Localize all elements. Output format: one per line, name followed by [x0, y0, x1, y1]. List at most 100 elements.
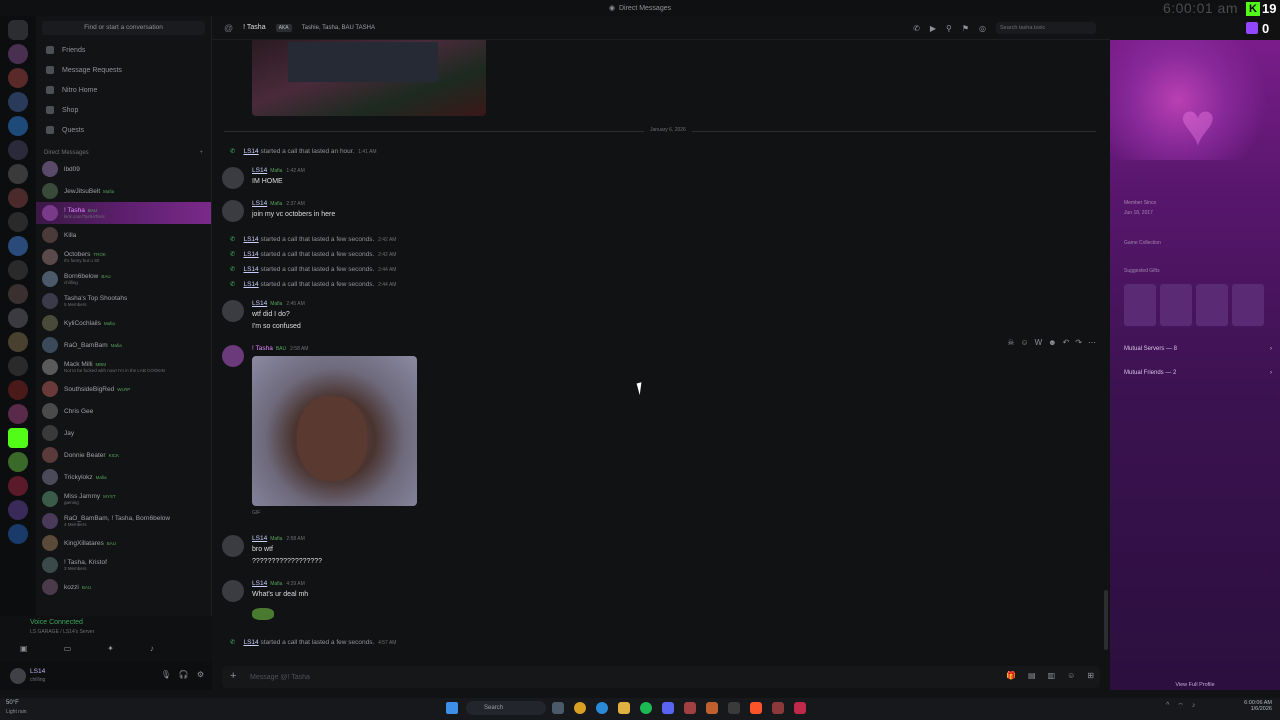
add-reaction-icon[interactable]: ☻: [1048, 338, 1056, 347]
gif-icon[interactable]: ▤: [1028, 671, 1036, 680]
server-icon[interactable]: [8, 212, 28, 232]
avatar[interactable]: [222, 200, 244, 222]
message-author[interactable]: LS14: [243, 281, 258, 288]
dm-item[interactable]: ! Tasha, Kristof 3 Members: [36, 554, 211, 576]
server-icon[interactable]: [8, 284, 28, 304]
server-icon[interactable]: [8, 260, 28, 280]
brave-icon[interactable]: [750, 702, 762, 714]
message-author[interactable]: LS14: [243, 266, 258, 273]
nav-quests[interactable]: Quests: [36, 120, 211, 140]
server-icon[interactable]: [8, 164, 28, 184]
activities-icon[interactable]: ✦: [107, 644, 114, 653]
more-icon[interactable]: ⋯: [1088, 338, 1096, 347]
nav-shop[interactable]: Shop: [36, 100, 211, 120]
message-author[interactable]: LS14: [252, 535, 267, 542]
volume-icon[interactable]: ♪: [1192, 702, 1196, 711]
gift-card[interactable]: [1160, 284, 1192, 326]
gear-icon[interactable]: ⚙: [197, 670, 204, 679]
reply-icon[interactable]: ↶: [1063, 338, 1070, 347]
mic-icon[interactable]: 🎙: [161, 670, 171, 679]
nav-friends[interactable]: Friends: [36, 40, 211, 60]
user-profile-icon[interactable]: ◎: [979, 24, 986, 33]
spotify-icon[interactable]: [640, 702, 652, 714]
avatar[interactable]: [222, 580, 244, 602]
chat-scrollbar[interactable]: [1104, 590, 1108, 650]
headphones-icon[interactable]: 🎧: [179, 670, 189, 679]
chrome-icon[interactable]: [574, 702, 586, 714]
file-explorer-icon[interactable]: [618, 702, 630, 714]
server-icon[interactable]: [8, 476, 28, 496]
dm-item[interactable]: Trickylokz Mafia: [36, 466, 211, 488]
message-author[interactable]: ! Tasha: [252, 345, 273, 352]
w-reaction-icon[interactable]: W: [1035, 338, 1043, 347]
server-icon[interactable]: [8, 332, 28, 352]
weather-temp[interactable]: 50°F: [6, 700, 19, 706]
avatar[interactable]: [222, 167, 244, 189]
server-icon[interactable]: [8, 92, 28, 112]
message-author[interactable]: LS14: [243, 251, 258, 258]
edge-icon[interactable]: [596, 702, 608, 714]
message-author[interactable]: LS14: [243, 639, 258, 646]
server-icon[interactable]: [8, 380, 28, 400]
message-author[interactable]: LS14: [243, 148, 258, 155]
emoji-icon[interactable]: ☺: [1067, 671, 1075, 680]
sticker-icon[interactable]: ▥: [1048, 671, 1056, 680]
voice-call-icon[interactable]: ✆: [913, 24, 920, 33]
dm-item[interactable]: ! Tasha BAU kick.com/TashaToxic: [36, 202, 211, 224]
app-icon[interactable]: [684, 702, 696, 714]
gift-card[interactable]: [1124, 284, 1156, 326]
server-icon[interactable]: [8, 236, 28, 256]
avatar[interactable]: [222, 345, 244, 367]
dm-item[interactable]: KingXillatares BAU: [36, 532, 211, 554]
message-author[interactable]: LS14: [243, 236, 258, 243]
chat-recipient-name[interactable]: ! Tasha: [243, 24, 265, 31]
start-button[interactable]: [446, 702, 458, 714]
gif-attachment[interactable]: [252, 356, 417, 506]
message-author[interactable]: LS14: [252, 300, 267, 307]
screen-share-icon[interactable]: ▭: [64, 644, 72, 653]
find-conversation-input[interactable]: Find or start a conversation: [42, 21, 205, 35]
sticker-image[interactable]: [252, 608, 274, 620]
camera-off-icon[interactable]: ▣: [20, 644, 28, 653]
app-icon[interactable]: [552, 702, 564, 714]
dm-item[interactable]: Octobers TROK it's funny but u 30: [36, 246, 211, 268]
dm-item[interactable]: RaO_BamBam Mafia: [36, 334, 211, 356]
mutual-friends[interactable]: Mutual Friends — 2 ›: [1124, 370, 1272, 376]
chevron-up-icon[interactable]: ^: [1166, 702, 1169, 711]
dm-item[interactable]: JewJitsuBelt Mafia: [36, 180, 211, 202]
video-call-icon[interactable]: ▶: [930, 24, 936, 33]
gift-icon[interactable]: 🎁: [1006, 671, 1016, 680]
app-icon[interactable]: [706, 702, 718, 714]
dm-item[interactable]: lbd09: [36, 158, 211, 180]
avatar[interactable]: [222, 300, 244, 322]
dm-item[interactable]: KyliCochlails Mafia: [36, 312, 211, 334]
soundboard-icon[interactable]: ♪: [150, 644, 154, 653]
server-icon[interactable]: [8, 428, 28, 448]
avatar[interactable]: [222, 535, 244, 557]
taskbar-search[interactable]: Search: [466, 701, 546, 715]
gift-card[interactable]: [1196, 284, 1228, 326]
message-input[interactable]: [250, 670, 950, 684]
mutual-servers[interactable]: Mutual Servers — 8 ›: [1124, 346, 1272, 352]
server-icon[interactable]: [8, 116, 28, 136]
message-author[interactable]: LS14: [252, 580, 267, 587]
dm-item[interactable]: Killa: [36, 224, 211, 246]
skull-reaction-icon[interactable]: ☠: [1007, 338, 1014, 347]
pin-icon[interactable]: ⚲: [946, 24, 952, 33]
server-icon[interactable]: [8, 500, 28, 520]
server-icon[interactable]: [8, 452, 28, 472]
taskbar-clock[interactable]: 6:00:06 AM 1/6/2026: [1232, 700, 1272, 712]
forward-icon[interactable]: ↷: [1075, 338, 1082, 347]
dm-item[interactable]: Born6below BAU chilling: [36, 268, 211, 290]
view-full-profile-link[interactable]: View Full Profile: [1110, 682, 1280, 688]
app-icon[interactable]: [772, 702, 784, 714]
nav-message-requests[interactable]: Message Requests: [36, 60, 211, 80]
app-icon[interactable]: [728, 702, 740, 714]
server-icon[interactable]: [8, 44, 28, 64]
attach-plus-icon[interactable]: +: [230, 670, 236, 682]
apps-icon[interactable]: ⊞: [1087, 671, 1094, 680]
emoji-reaction-icon[interactable]: ☺: [1020, 338, 1028, 347]
server-icon[interactable]: [8, 188, 28, 208]
add-friends-icon[interactable]: ⚑: [962, 24, 969, 33]
dm-item[interactable]: Tasha's Top Shootahs 5 Members: [36, 290, 211, 312]
